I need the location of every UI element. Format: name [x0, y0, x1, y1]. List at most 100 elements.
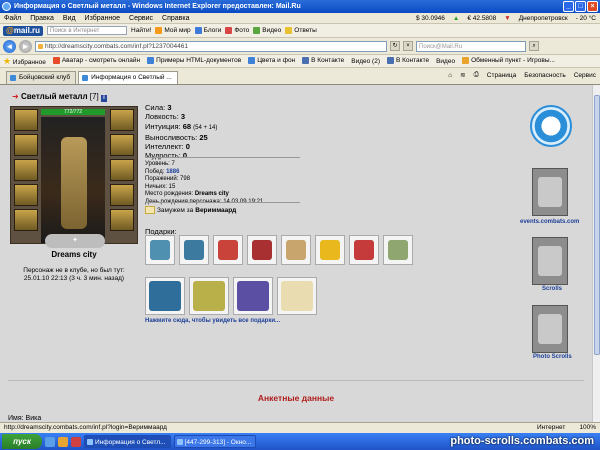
- start-button[interactable]: пуск: [2, 434, 42, 449]
- refresh-icon[interactable]: ↻: [390, 41, 400, 51]
- tools-menu[interactable]: Сервис: [574, 72, 596, 79]
- divider: [145, 202, 300, 203]
- photo-button[interactable]: Фото: [225, 27, 249, 34]
- security-menu[interactable]: Безопасность: [524, 72, 565, 79]
- clan-emblem: ✦: [45, 234, 105, 248]
- print-icon[interactable]: ⎙: [474, 71, 479, 79]
- page-menu[interactable]: Страница: [487, 72, 516, 79]
- menu-edit[interactable]: Правка: [30, 15, 54, 22]
- fav-link-1[interactable]: Аватар - смотреть онлайн: [52, 57, 140, 65]
- stat-intellect: Интеллект: 0: [145, 142, 190, 152]
- gift-item[interactable]: [277, 277, 317, 315]
- tab-fight-club[interactable]: Бойцовский клуб: [6, 71, 77, 84]
- browser-search-input[interactable]: Поиск@Mail.Ru: [416, 40, 526, 52]
- quicklaunch-icon[interactable]: [71, 436, 81, 447]
- spouse-link[interactable]: Вериммаард: [195, 207, 236, 214]
- banner-photo-scrolls-label[interactable]: Photo Scrolls: [533, 354, 572, 360]
- mailru-logo[interactable]: @mail.ru: [3, 25, 44, 36]
- gift-item[interactable]: [383, 235, 413, 265]
- star-icon: ★: [3, 55, 12, 66]
- blogs-button[interactable]: Блоги: [194, 27, 221, 34]
- back-button[interactable]: ◄: [3, 39, 16, 53]
- favorites-button[interactable]: ★ Избранное: [3, 56, 46, 67]
- equip-slot[interactable]: [110, 184, 134, 206]
- forward-button[interactable]: ►: [19, 39, 32, 53]
- combats-logo-icon[interactable]: [530, 105, 572, 147]
- banner-events-label[interactable]: events.combats.com: [520, 219, 579, 225]
- close-button[interactable]: ×: [587, 1, 598, 12]
- ie-icon: [2, 2, 11, 11]
- window-title: Информация о Светлый металл - Windows In…: [14, 3, 301, 10]
- equip-slot[interactable]: [110, 159, 134, 181]
- club-note: Персонаж не в клубе, но был тут: 25.01.1…: [10, 267, 138, 283]
- usd-rate[interactable]: $ 30.0946: [416, 15, 445, 22]
- weather-temp: - 20 °C: [575, 15, 596, 22]
- zoom-level[interactable]: 100%: [579, 423, 596, 433]
- gift-item[interactable]: [145, 277, 185, 315]
- banner-events-icon[interactable]: [532, 168, 568, 216]
- gift-item[interactable]: [247, 235, 277, 265]
- currency-weather-info: $ 30.0946 ▲ € 42.5808 ▼ Днепропетровск - 2…: [416, 13, 596, 24]
- equip-slot[interactable]: [110, 109, 134, 131]
- menu-file[interactable]: Файл: [4, 15, 21, 22]
- menu-tools[interactable]: Сервис: [129, 15, 153, 22]
- eur-rate[interactable]: € 42.5808: [467, 15, 496, 22]
- profile-name-field: Имя: Вика: [8, 415, 42, 422]
- gift-item[interactable]: [281, 235, 311, 265]
- taskbar-item-ie[interactable]: Информация о Светл...: [84, 435, 171, 448]
- fav-link-7[interactable]: Видео: [436, 58, 455, 65]
- stat-intuition: Интуиция: 68 (54 + 14): [145, 121, 218, 131]
- page-scrollbar[interactable]: [592, 85, 600, 422]
- gift-item[interactable]: [189, 277, 229, 315]
- banner-photo-scrolls-icon[interactable]: [532, 305, 568, 353]
- maximize-button[interactable]: □: [575, 1, 586, 12]
- mymir-button[interactable]: Мой мир: [155, 27, 191, 34]
- all-gifts-link[interactable]: Нажмите сюда, чтобы увидеть все подарки.…: [145, 318, 280, 324]
- gift-item[interactable]: [315, 235, 345, 265]
- gift-item[interactable]: [349, 235, 379, 265]
- fav-link-4[interactable]: В Контакте: [302, 57, 344, 65]
- married-status: Замужем за Вериммаард: [145, 206, 236, 214]
- menu-favorites[interactable]: Избранное: [85, 15, 120, 22]
- fav-link-3[interactable]: Цвета и фон: [248, 57, 295, 65]
- find-button[interactable]: Найти!: [131, 27, 151, 34]
- fav-link-2[interactable]: Примеры HTML-документов: [147, 57, 241, 65]
- equip-slot[interactable]: [14, 159, 38, 181]
- equip-slot[interactable]: [14, 134, 38, 156]
- answers-button[interactable]: Ответы: [285, 27, 317, 34]
- search-icon[interactable]: ⌕: [529, 41, 539, 51]
- gift-item[interactable]: [213, 235, 243, 265]
- fav-link-8[interactable]: Обменный пункт - Игровы...: [462, 57, 555, 65]
- gift-item[interactable]: [179, 235, 209, 265]
- gift-item[interactable]: [233, 277, 273, 315]
- banner-scrolls-icon[interactable]: [532, 237, 568, 285]
- internet-zone: Интернет: [537, 424, 566, 431]
- detail-losses: Поражений: 798: [145, 176, 191, 183]
- fav-link-5[interactable]: Видео (2): [351, 58, 380, 65]
- feeds-icon[interactable]: ≋: [460, 71, 465, 79]
- banner-scrolls-label[interactable]: Scrolls: [542, 286, 562, 292]
- info-icon[interactable]: i: [100, 95, 107, 102]
- tab-character-info[interactable]: Информация о Светлый ...: [78, 71, 178, 84]
- equip-slot[interactable]: [14, 184, 38, 206]
- gift-item[interactable]: [145, 235, 175, 265]
- home-icon[interactable]: ⌂: [448, 72, 452, 79]
- fav-link-6[interactable]: В Контакте: [387, 57, 429, 65]
- mailru-search-input[interactable]: Поиск в Интернет: [47, 26, 128, 35]
- page-icon: [52, 57, 60, 65]
- equip-slot[interactable]: [110, 134, 134, 156]
- video-button[interactable]: Видео: [253, 27, 281, 34]
- ie-quicklaunch-icon[interactable]: [45, 436, 55, 447]
- taskbar-item-chat[interactable]: [447-299-313] - Окно...: [173, 435, 257, 448]
- menu-view[interactable]: Вид: [63, 15, 76, 22]
- equip-slot[interactable]: [110, 209, 134, 231]
- minimize-button[interactable]: _: [563, 1, 574, 12]
- address-bar[interactable]: http://dreamscity.combats.com/inf.pl?123…: [35, 40, 387, 52]
- character-city: Dreams city: [51, 250, 97, 259]
- menu-help[interactable]: Справка: [162, 15, 189, 22]
- equip-slot[interactable]: [14, 109, 38, 131]
- equip-slot[interactable]: [14, 209, 38, 231]
- weather-city[interactable]: Днепропетровск: [519, 15, 568, 22]
- stop-icon[interactable]: ×: [403, 41, 413, 51]
- quicklaunch-icon[interactable]: [58, 436, 68, 447]
